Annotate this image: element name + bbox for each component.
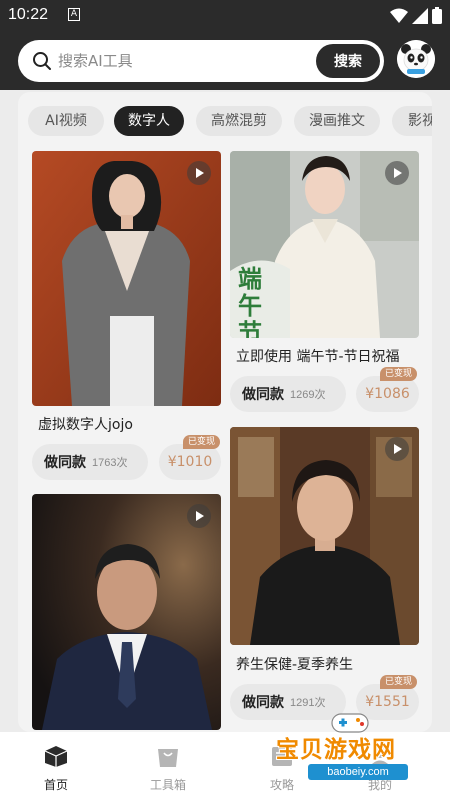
portrait-man-suit — [32, 494, 221, 730]
category-tabs: AI视频 数字人 高燃混剪 漫画推文 影视 — [28, 106, 432, 136]
toolbox-icon — [158, 749, 178, 767]
dragon-boat-poster-text: 端午节 — [238, 265, 262, 339]
monetized-badge: 已变现 — [183, 435, 221, 449]
signal-icon — [412, 7, 428, 24]
nav-home-label: 首页 — [43, 778, 68, 792]
tab-digital-human[interactable]: 数字人 — [114, 106, 184, 136]
portrait-woman-gray-blazer — [32, 151, 221, 406]
content-panel: AI视频 数字人 高燃混剪 漫画推文 影视 虚拟数字人jojo 做同款 1763… — [18, 92, 432, 732]
make-same-label: 做同款 — [242, 386, 284, 402]
nav-home[interactable]: 首页 — [6, 732, 106, 800]
watermark: 宝贝游戏网 baobeiy.com — [268, 708, 450, 800]
play-icon[interactable] — [385, 437, 409, 461]
search-bar[interactable]: 搜索 — [18, 40, 384, 82]
card-title-jojo: 虚拟数字人jojo — [38, 417, 133, 433]
panda-avatar-icon — [397, 40, 435, 78]
tab-ai-video[interactable]: AI视频 — [28, 106, 104, 136]
status-bar: 10:22 A — [0, 0, 450, 32]
card-thumbnail-jojo[interactable] — [32, 151, 221, 406]
card-thumbnail-man[interactable] — [32, 494, 221, 730]
status-icons — [390, 7, 442, 24]
search-icon — [33, 52, 51, 70]
play-icon[interactable] — [187, 161, 211, 185]
monetized-badge: 已变现 — [380, 675, 418, 689]
search-input[interactable] — [58, 49, 288, 73]
make-same-label: 做同款 — [44, 454, 86, 470]
card-thumbnail-health[interactable] — [230, 427, 419, 645]
search-button[interactable]: 搜索 — [316, 44, 380, 78]
nav-toolbox[interactable]: 工具箱 — [118, 732, 218, 800]
nav-toolbox-label: 工具箱 — [149, 778, 186, 792]
battery-icon — [432, 7, 442, 24]
card-title-dragon-boat: 立即使用 端午节-节日祝福 — [236, 349, 400, 365]
play-icon[interactable] — [385, 161, 409, 185]
make-same-button-dragon-boat[interactable]: 做同款 1269次 — [230, 376, 346, 412]
price-button-jojo[interactable]: ¥1010 — [159, 444, 221, 480]
watermark-url: baobeiy.com — [308, 764, 408, 780]
wifi-icon — [390, 8, 408, 23]
tab-high-energy-mix[interactable]: 高燃混剪 — [196, 106, 282, 136]
price-button-dragon-boat[interactable]: ¥1086 — [356, 376, 419, 412]
card-thumbnail-dragon-boat[interactable]: 端午节 — [230, 151, 419, 338]
notification-icon: A — [68, 8, 80, 21]
play-icon[interactable] — [187, 504, 211, 528]
usage-count: 1269次 — [290, 389, 326, 401]
box-icon — [44, 746, 68, 767]
top-header: 搜索 — [0, 32, 450, 90]
tab-film[interactable]: 影视 — [392, 106, 432, 136]
usage-count: 1763次 — [92, 457, 128, 469]
avatar[interactable] — [397, 40, 435, 78]
status-time: 10:22 — [8, 6, 49, 23]
card-title-health: 养生保健-夏季养生 — [236, 657, 354, 673]
make-same-button-jojo[interactable]: 做同款 1763次 — [32, 444, 148, 480]
tab-comic-recommend[interactable]: 漫画推文 — [294, 106, 380, 136]
monetized-badge: 已变现 — [380, 367, 418, 381]
watermark-text: 宝贝游戏网 — [276, 737, 396, 763]
